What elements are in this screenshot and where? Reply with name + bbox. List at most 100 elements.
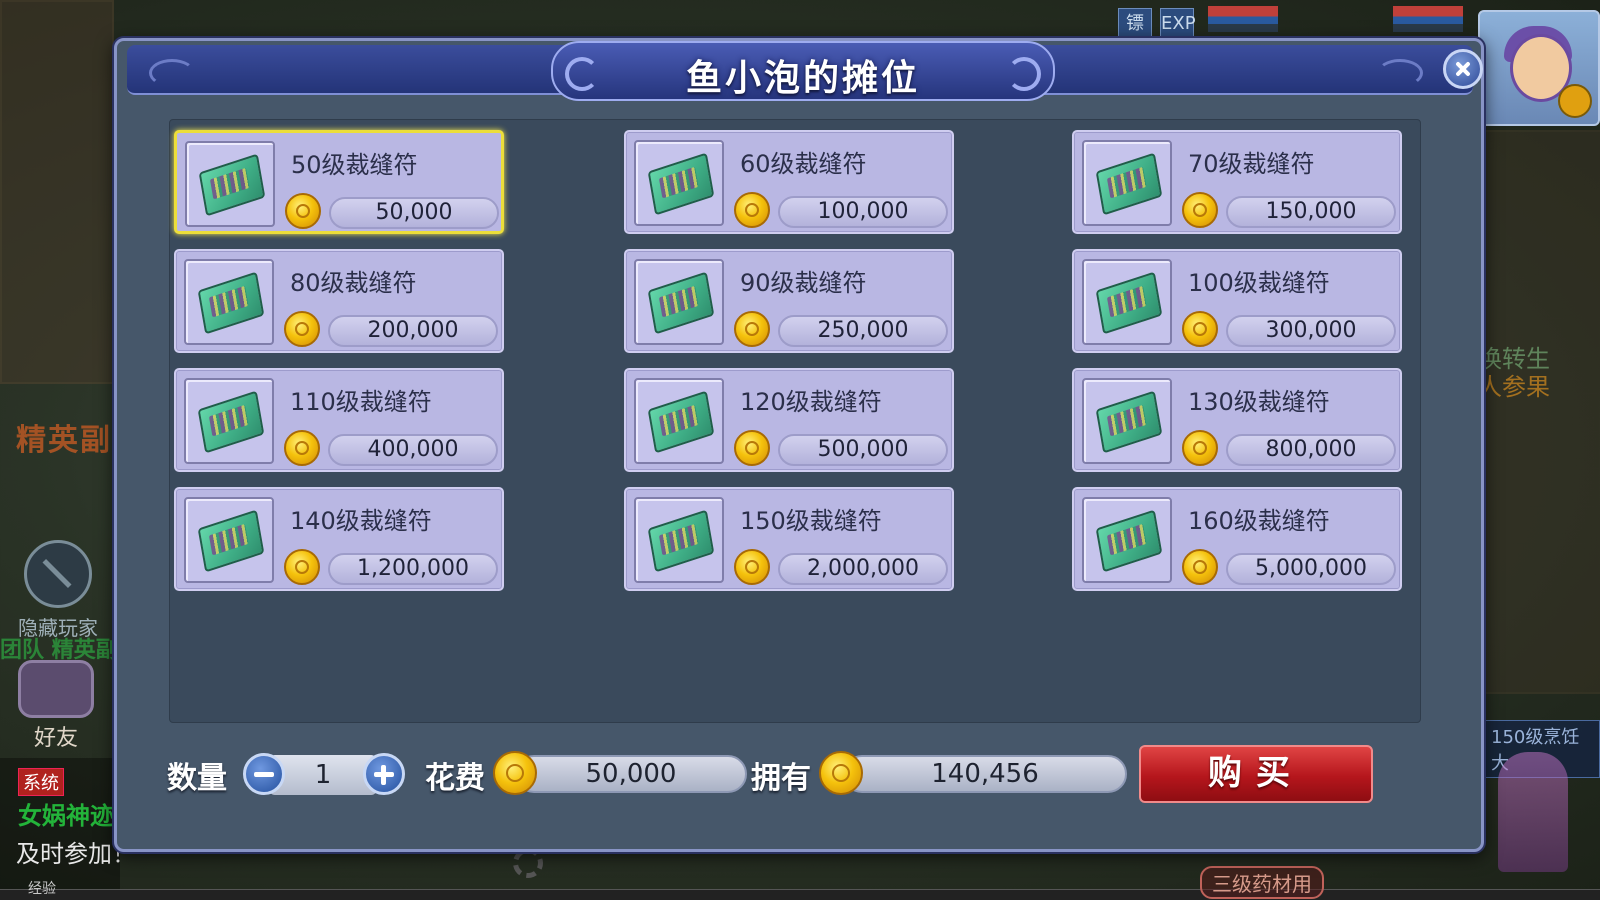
coin-icon — [819, 751, 863, 795]
tailor-scroll-icon — [197, 390, 265, 454]
player-avatar[interactable] — [1478, 10, 1600, 126]
hide-players-button[interactable]: 隐藏玩家 — [10, 540, 106, 641]
title-bar: 鱼小泡的摊位 — [127, 41, 1483, 101]
buy-button[interactable]: 购买 — [1139, 745, 1373, 803]
quest-tracker[interactable]: 换转生 人参果 — [1478, 345, 1550, 401]
swirl-decoration-icon — [149, 59, 195, 87]
quest-line-1: 换转生 — [1478, 345, 1550, 373]
item-slot — [634, 497, 724, 583]
quantity-label: 数量 — [167, 761, 227, 796]
item-name: 160级裁缝符 — [1188, 507, 1330, 535]
tailor-scroll-icon — [1095, 152, 1163, 216]
item-card[interactable]: 140级裁缝符 1,200,000 — [174, 487, 504, 591]
item-name: 50级裁缝符 — [291, 151, 418, 179]
tailor-scroll-icon — [647, 152, 715, 216]
dialog-title: 鱼小泡的摊位 — [685, 58, 920, 99]
hide-players-icon — [24, 540, 92, 608]
item-card[interactable]: 60级裁缝符 100,000 — [624, 130, 954, 234]
avatar-badge-icon — [1558, 84, 1592, 118]
coin-icon — [734, 311, 770, 347]
chat-system-tag: 系统 — [18, 768, 64, 796]
quantity-input[interactable]: 1 — [269, 755, 377, 795]
item-name: 80级裁缝符 — [290, 269, 417, 297]
item-card[interactable]: 70级裁缝符 150,000 — [1072, 130, 1402, 234]
item-card[interactable]: 80级裁缝符 200,000 — [174, 249, 504, 353]
pet-status-bars — [1208, 6, 1278, 32]
item-slot — [184, 378, 274, 464]
cost-value: 50,000 — [515, 755, 747, 793]
item-card[interactable]: 100级裁缝符 300,000 — [1072, 249, 1402, 353]
coin-icon — [734, 192, 770, 228]
item-card[interactable]: 130级裁缝符 800,000 — [1072, 368, 1402, 472]
gear-icon[interactable] — [513, 848, 543, 878]
item-slot — [634, 378, 724, 464]
item-price: 800,000 — [1226, 434, 1396, 466]
tailor-scroll-icon — [647, 271, 715, 335]
coin-icon — [284, 430, 320, 466]
title-plate: 鱼小泡的摊位 — [551, 41, 1055, 101]
item-price: 250,000 — [778, 315, 948, 347]
player-status-bars — [1393, 6, 1463, 32]
item-price: 100,000 — [778, 196, 948, 228]
item-price: 200,000 — [328, 315, 498, 347]
item-price: 500,000 — [778, 434, 948, 466]
increase-button[interactable] — [363, 753, 405, 795]
item-card[interactable]: 90级裁缝符 250,000 — [624, 249, 954, 353]
coin-icon — [1182, 430, 1218, 466]
item-slot — [634, 140, 724, 226]
coin-icon — [284, 549, 320, 585]
item-name: 140级裁缝符 — [290, 507, 432, 535]
coin-icon — [1182, 192, 1218, 228]
item-price: 2,000,000 — [778, 553, 948, 585]
item-card[interactable]: 110级裁缝符 400,000 — [174, 368, 504, 472]
item-name: 70级裁缝符 — [1188, 150, 1315, 178]
exp-icon[interactable]: EXP — [1160, 8, 1196, 40]
exp-label: 经验 — [28, 881, 56, 897]
item-name: 60级裁缝符 — [740, 150, 867, 178]
tailor-scroll-icon — [1095, 509, 1163, 573]
item-price: 5,000,000 — [1226, 553, 1396, 585]
decrease-button[interactable] — [243, 753, 285, 795]
item-price: 400,000 — [328, 434, 498, 466]
item-slot — [184, 259, 274, 345]
elite-dungeon-label: 精英副 — [16, 423, 112, 458]
close-icon[interactable] — [1443, 49, 1483, 89]
chat-event-text: 女娲神迹 — [18, 802, 114, 830]
minus-icon — [254, 772, 274, 777]
coin-icon — [284, 311, 320, 347]
coin-icon — [1182, 549, 1218, 585]
item-card[interactable]: 120级裁缝符 500,000 — [624, 368, 954, 472]
item-name: 130级裁缝符 — [1188, 388, 1330, 416]
item-slot — [184, 497, 274, 583]
item-grid: 50级裁缝符 50,000 60级裁缝符 100,000 70级裁缝符 150,000 80… — [169, 119, 1421, 723]
handshake-icon — [18, 660, 94, 718]
item-slot — [1082, 497, 1172, 583]
item-price: 150,000 — [1226, 196, 1396, 228]
item-slot — [1082, 140, 1172, 226]
chat-panel[interactable]: 系统 女娲神迹 及时参加！ — [0, 758, 136, 900]
tailor-scroll-icon — [197, 271, 265, 335]
escort-icon[interactable]: 镖 — [1118, 8, 1152, 40]
tailor-scroll-icon — [1095, 390, 1163, 454]
item-card[interactable]: 160级裁缝符 5,000,000 — [1072, 487, 1402, 591]
tailor-scroll-icon — [647, 509, 715, 573]
item-price: 1,200,000 — [328, 553, 498, 585]
npc-character — [1498, 752, 1568, 872]
item-slot — [185, 141, 275, 227]
friends-button[interactable]: 好友 — [8, 660, 104, 752]
item-card[interactable]: 150级裁缝符 2,000,000 — [624, 487, 954, 591]
exp-bar — [0, 889, 1600, 900]
bottom-activity-tag[interactable]: 三级药材用 — [1200, 866, 1324, 899]
stall-dialog: 鱼小泡的摊位 50级裁缝符 50,000 60级裁缝符 100,000 70级裁缝符 15… — [114, 38, 1484, 852]
item-name: 150级裁缝符 — [740, 507, 882, 535]
swirl-decoration-icon — [1377, 59, 1423, 87]
item-name: 100级裁缝符 — [1188, 269, 1330, 297]
tailor-scroll-icon — [647, 390, 715, 454]
friends-label: 好友 — [33, 726, 78, 751]
item-card[interactable]: 50级裁缝符 50,000 — [174, 130, 504, 234]
item-slot — [634, 259, 724, 345]
own-label: 拥有 — [751, 761, 811, 796]
coin-icon — [493, 751, 537, 795]
coin-icon — [734, 430, 770, 466]
tailor-scroll-icon — [1095, 271, 1163, 335]
